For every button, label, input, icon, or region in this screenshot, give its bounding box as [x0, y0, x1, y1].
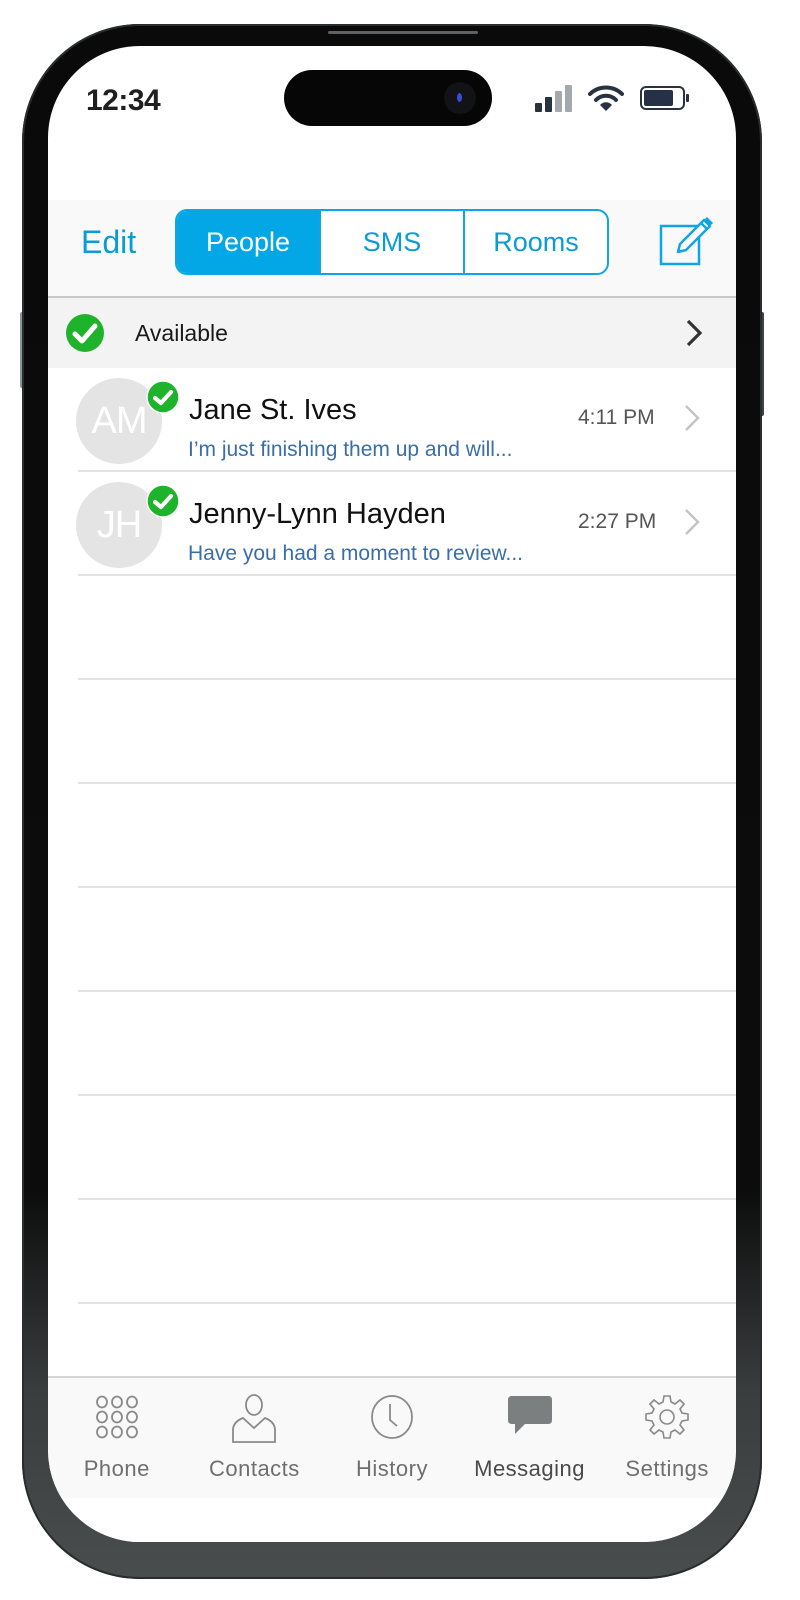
gear-icon [645, 1395, 689, 1439]
empty-row [78, 576, 736, 680]
chevron-right-icon [686, 319, 703, 347]
speaker-grille [328, 31, 478, 34]
presence-available-icon [146, 484, 180, 518]
chevron-right-icon [685, 405, 700, 431]
segment-sms[interactable]: SMS [321, 211, 465, 273]
tab-label: Phone [83, 1456, 150, 1481]
chevron-right-icon [685, 509, 700, 535]
empty-row [78, 784, 736, 888]
check-circle-icon [66, 314, 104, 352]
availability-status: Available [135, 320, 228, 346]
tab-bar: Phone Contacts History Messaging Setting… [48, 1376, 736, 1498]
message-preview: Have you had a moment to review... [188, 542, 524, 565]
edit-button[interactable]: Edit [81, 224, 136, 261]
messaging-toolbar: Edit People SMS Rooms [48, 200, 736, 298]
message-time: 4:11 PM [578, 406, 655, 429]
segment-rooms[interactable]: Rooms [465, 211, 607, 273]
keypad-icon [95, 1395, 138, 1439]
cellular-signal-icon [535, 85, 575, 112]
clock-icon [371, 1395, 413, 1439]
wifi-icon [588, 85, 624, 111]
tab-settings[interactable]: Settings [598, 1378, 736, 1498]
contact-name: Jane St. Ives [189, 394, 357, 426]
message-preview: I’m just finishing them up and will... [188, 438, 513, 461]
empty-row [78, 680, 736, 784]
tab-contacts[interactable]: Contacts [186, 1378, 324, 1498]
empty-row [78, 992, 736, 1096]
presence-available-icon [146, 380, 180, 414]
conversation-row[interactable]: AM Jane St. Ives I’m just finishing them… [76, 368, 736, 472]
tab-label: History [356, 1456, 428, 1481]
segment-people[interactable]: People [177, 211, 321, 273]
home-indicator-area [48, 1498, 736, 1542]
tab-history[interactable]: History [323, 1378, 461, 1498]
conversation-type-segmented-control: People SMS Rooms [175, 209, 609, 275]
empty-row [78, 1200, 736, 1304]
camera-icon [444, 82, 476, 114]
phone-screen: 12:34 Edit People SMS Rooms Available AM… [48, 46, 736, 1542]
tab-messaging[interactable]: Messaging [461, 1378, 599, 1498]
compose-icon[interactable] [658, 214, 714, 270]
message-time: 2:27 PM [578, 510, 657, 533]
tab-label: Settings [625, 1456, 709, 1481]
empty-row [78, 888, 736, 992]
tab-label: Messaging [474, 1456, 586, 1481]
conversation-list: AM Jane St. Ives I’m just finishing them… [48, 368, 736, 1304]
dynamic-island [284, 70, 492, 126]
tab-label: Contacts [208, 1456, 300, 1481]
availability-row[interactable]: Available [48, 298, 736, 368]
tab-phone[interactable]: Phone [48, 1378, 186, 1498]
contact-name: Jenny-Lynn Hayden [189, 498, 446, 530]
status-time: 12:34 [86, 84, 161, 117]
empty-row [78, 1096, 736, 1200]
person-icon [232, 1394, 277, 1443]
conversation-row[interactable]: JH Jenny-Lynn Hayden Have you had a mome… [76, 472, 736, 576]
battery-icon [640, 86, 689, 110]
chat-bubble-icon [507, 1396, 552, 1434]
